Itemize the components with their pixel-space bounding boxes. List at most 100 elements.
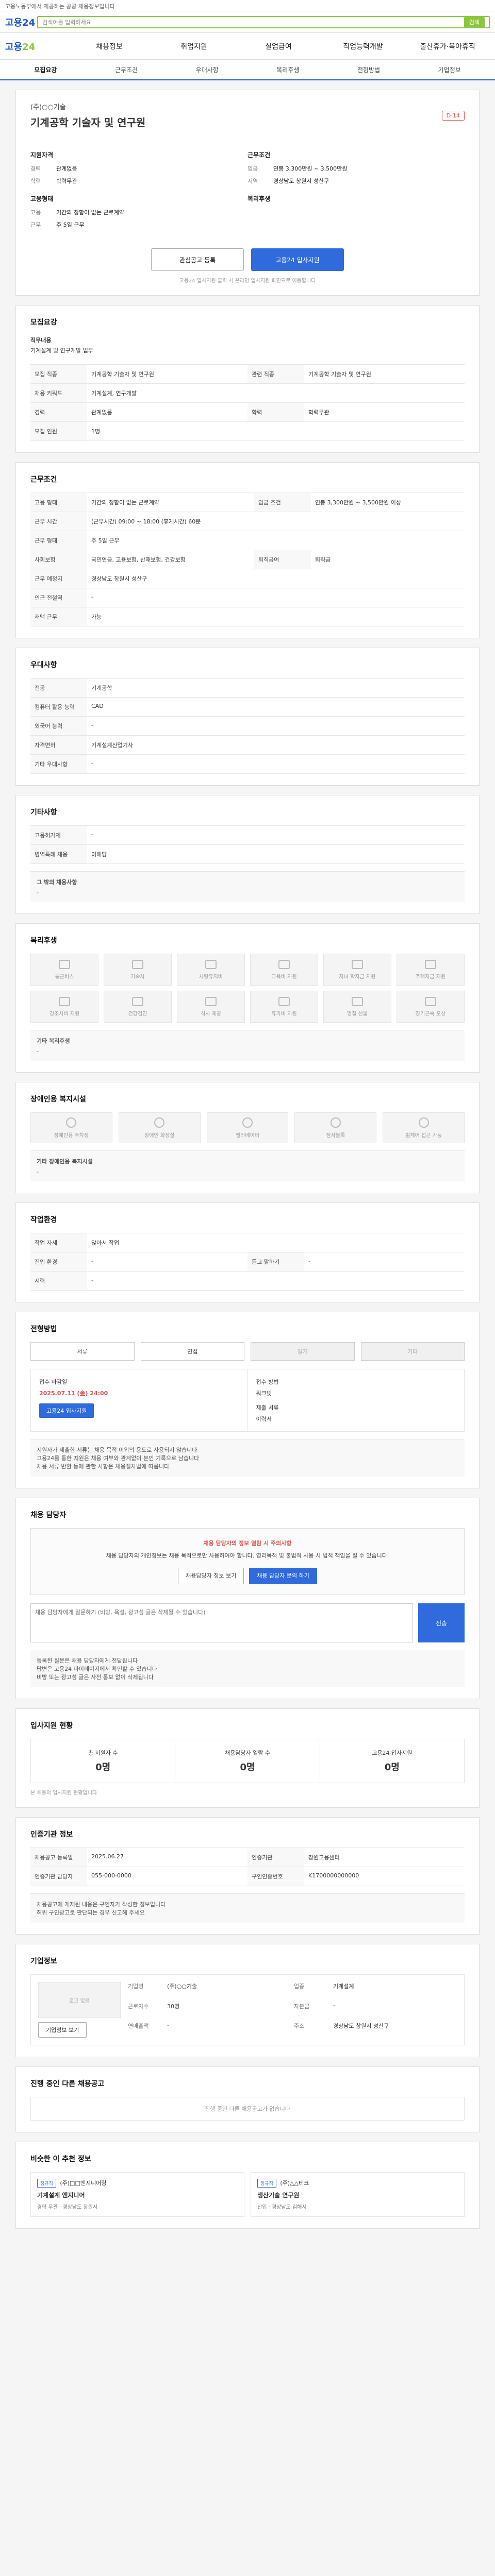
qa-submit-button[interactable]: 전송 bbox=[418, 1603, 465, 1642]
brand-logo[interactable]: 고용24 bbox=[5, 40, 67, 53]
work-value: (근무시간) 09:00 ~ 18:00 (휴게시간) 60분 bbox=[87, 512, 465, 531]
summary-grid: 지원자격 경력 관계없음 학력 학력무관 고용형태 고용 기간의 정함이 없는 근로계… bbox=[30, 142, 465, 233]
work-key: 인근 전철역 bbox=[30, 588, 87, 607]
work-key: 사회보험 bbox=[30, 550, 87, 569]
recommend-job-title: 생산기술 연구원 bbox=[257, 2192, 300, 2199]
method-note: 채용 서류 반환 등에 관한 사항은 채용절차법에 따릅니다 bbox=[37, 1463, 170, 1470]
contact-notes: 등록된 질문은 채용 담당자에게 전달됩니다 답변은 고용24 마이페이지에서 … bbox=[30, 1650, 465, 1687]
nav-item-training[interactable]: 직업능력개발 bbox=[321, 41, 405, 52]
summary-req-value: 관계없음 bbox=[56, 165, 77, 172]
brand-logo-b: 24 bbox=[22, 41, 36, 53]
graduation-cap-icon bbox=[352, 959, 363, 969]
summary-req-value: 학력무관 bbox=[56, 178, 77, 184]
contact-note: 등록된 질문은 채용 담당자에게 전달됩니다 bbox=[37, 1657, 138, 1664]
recommend-title: 비슷한 이 추천 정보 bbox=[30, 2155, 91, 2163]
info-key: 인증기관 bbox=[248, 1848, 304, 1867]
work-title: 근무조건 bbox=[30, 476, 57, 484]
welfare-label: 경조사비 지원 bbox=[49, 1011, 80, 1017]
tab-work[interactable]: 근무조건 bbox=[86, 65, 167, 74]
prefer-value: - bbox=[87, 716, 465, 736]
info-key: 채용공고 등록일 bbox=[30, 1848, 87, 1867]
company-value: - bbox=[333, 2002, 335, 2009]
summary-emp-row: 근무 주 5일 근무 bbox=[30, 221, 248, 229]
tab-company[interactable]: 기업정보 bbox=[409, 65, 490, 74]
welfare-label: 주택자금 지원 bbox=[415, 974, 446, 980]
accessibility-label: 장애인용 주차장 bbox=[54, 1132, 89, 1139]
work-key: 근무 형태 bbox=[30, 531, 87, 550]
company-value: 30명 bbox=[167, 2003, 180, 2010]
extra-value: - bbox=[87, 825, 465, 845]
work-section: 근무조건 고용 형태 기간의 정함이 없는 근로계약 임금 조건 연봉 3,300만원… bbox=[15, 462, 480, 638]
inquiry-button[interactable]: 채용 담당자 문의 하기 bbox=[249, 1568, 317, 1584]
tab-prefer[interactable]: 우대사항 bbox=[167, 65, 248, 74]
company-value: 경상남도 창원시 성산구 bbox=[333, 2023, 389, 2030]
env-key: 듣고 말하기 bbox=[248, 1252, 304, 1272]
tab-method[interactable]: 전형방법 bbox=[328, 65, 409, 74]
method-step-written: 필기 bbox=[251, 1342, 355, 1361]
summary-cond-title: 근무조건 bbox=[248, 151, 271, 159]
job-summary-card: (주)○○기술 기계공학 기술자 및 연구원 D-14 지원자격 경력 관계없음 … bbox=[15, 90, 480, 296]
scrap-button[interactable]: 관심공고 등록 bbox=[151, 248, 244, 271]
recommend-tag: 정규직 bbox=[37, 2179, 56, 2188]
env-title: 작업환경 bbox=[30, 1216, 57, 1224]
extra-key: 병역특례 채용 bbox=[30, 844, 87, 864]
qa-input[interactable] bbox=[30, 1603, 413, 1642]
nav-item-unemployment[interactable]: 실업급여 bbox=[236, 41, 321, 52]
search-button[interactable]: 검색 bbox=[464, 16, 485, 27]
env-value: - bbox=[87, 1252, 248, 1272]
contact-title: 채용 담당자 bbox=[30, 1511, 67, 1519]
company-logo-wrap: 로고 없음 기업정보 보기 bbox=[38, 1982, 121, 2038]
summary-cond-key: 지역 bbox=[248, 178, 258, 184]
work-key: 퇴직급여 bbox=[254, 550, 311, 569]
main-nav: 고용24 채용정보 취업지원 실업급여 직업능력개발 출산휴가·육아휴직 bbox=[0, 33, 495, 60]
recommend-card[interactable]: 정규직 (주)△△테크 생산기술 연구원 신입 · 경상남도 김해시 bbox=[251, 2172, 465, 2217]
table-row: 모집 직종 기계공학 기술자 및 연구원 관련 직종 기계공학 기술자 및 연구원 bbox=[30, 364, 465, 384]
recommend-card[interactable]: 정규직 (주)□□엔지니어링 기계설계 엔지니어 경력 무관 · 경상남도 창원… bbox=[30, 2172, 244, 2217]
header-logo[interactable]: 고용24 bbox=[5, 15, 35, 29]
welfare-item: 건강검진 bbox=[104, 991, 172, 1023]
tab-welfare[interactable]: 복리후생 bbox=[248, 65, 328, 74]
apply-button-secondary[interactable]: 고용24 입사지원 bbox=[39, 1403, 94, 1418]
welfare-label: 장기근속 포상 bbox=[415, 1011, 446, 1017]
stats-section: 입사지원 현황 총 지원자 수 0명 채용담당자 열람 수 0명 고용24 입사지원… bbox=[15, 1708, 480, 1808]
receipt-docs-title: 제출 서류 bbox=[256, 1404, 279, 1411]
recruit-value: 기계설계, 연구개발 bbox=[87, 383, 465, 403]
accessibility-section: 장애인용 복지시설 장애인용 주차장 장애인 화장실 엘리베이터 점자블록 휠체… bbox=[15, 1082, 480, 1193]
elevator-icon bbox=[242, 1117, 253, 1128]
summary-welfare-title: 복리후생 bbox=[248, 195, 271, 202]
recommend-company: (주)△△테크 bbox=[280, 2180, 309, 2187]
receipt-grid: 접수 마감일 2025.07.11 (金) 24:00 고용24 입사지원 접수… bbox=[30, 1369, 465, 1432]
recruit-key: 관련 직종 bbox=[248, 364, 304, 384]
info-key: 인증기관 담당자 bbox=[30, 1867, 87, 1886]
nav-item-support[interactable]: 취업지원 bbox=[152, 41, 236, 52]
welfare-label: 기숙사 bbox=[130, 974, 145, 980]
info-value: 창원고용센터 bbox=[304, 1848, 465, 1867]
method-title: 전형방법 bbox=[30, 1325, 57, 1333]
company-info-button[interactable]: 기업정보 보기 bbox=[38, 2022, 87, 2038]
accessibility-grid: 장애인용 주차장 장애인 화장실 엘리베이터 점자블록 휠체어 접근 가능 bbox=[30, 1112, 465, 1143]
accessibility-label: 장애인 화장실 bbox=[144, 1132, 175, 1139]
car-icon bbox=[205, 959, 217, 969]
welfare-grid: 통근버스 기숙사 차량유지비 교육비 지원 자녀 학자금 지원 주택자금 지원 … bbox=[30, 954, 465, 1023]
company-name[interactable]: (주)○○기술 bbox=[30, 101, 145, 111]
env-key: 작업 자세 bbox=[30, 1233, 87, 1252]
method-steps: 서류 면접 필기 기타 bbox=[30, 1342, 465, 1361]
receipt-method-title: 접수 방법 bbox=[256, 1379, 279, 1385]
welfare-label: 명절 선물 bbox=[347, 1011, 368, 1017]
summary-emp-row: 고용 기간의 정함이 없는 근로계약 bbox=[30, 208, 248, 216]
nav-item-jobs[interactable]: 채용정보 bbox=[67, 41, 152, 52]
tab-recruit[interactable]: 모집요강 bbox=[5, 65, 86, 74]
nav-item-leave[interactable]: 출산휴가·육아휴직 bbox=[405, 41, 490, 52]
view-contact-button[interactable]: 채용담당자 정보 보기 bbox=[178, 1568, 244, 1584]
accessibility-title: 장애인용 복지시설 bbox=[30, 1095, 86, 1104]
company-key: 근로자수 bbox=[128, 2003, 149, 2010]
recruit-title: 모집요강 bbox=[30, 318, 57, 327]
related-title: 진행 중인 다른 채용공고 bbox=[30, 2080, 105, 2088]
health-icon bbox=[132, 996, 143, 1006]
work-value: 주 5일 근무 bbox=[87, 531, 465, 550]
search-input[interactable]: 검색어를 입력하세요 검색 bbox=[37, 15, 490, 28]
table-row: 근무 시간 (근무시간) 09:00 ~ 18:00 (휴게시간) 60분 bbox=[30, 512, 465, 531]
apply-note: 고용24 입사지원 클릭 시 온라인 입사지원 화면으로 이동합니다 bbox=[179, 278, 316, 284]
welfare-item: 주택자금 지원 bbox=[397, 954, 465, 986]
apply-button[interactable]: 고용24 입사지원 bbox=[251, 248, 344, 271]
